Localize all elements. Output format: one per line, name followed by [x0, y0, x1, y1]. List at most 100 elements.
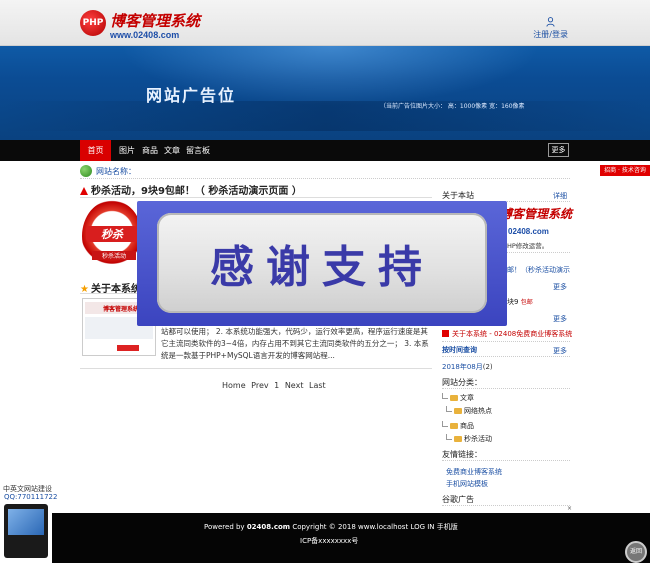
seckill-big-label: 秒杀 — [86, 226, 138, 242]
sidebar-month-link[interactable]: 2018年08月(2) — [442, 362, 493, 372]
top-header: PHP 博客管理系统 www.02408.com 注册/登录 — [0, 0, 650, 46]
breadcrumb: 网站名称： 招商 · 技术咨询 — [80, 163, 650, 179]
floating-service-badge[interactable]: 中英文网站建设 QQ:770111722 — [0, 484, 57, 560]
pager-home[interactable]: Home — [222, 381, 246, 390]
divider — [442, 341, 570, 342]
sidebar-logo-title: 博客管理系统 — [500, 207, 573, 221]
pager-prev[interactable]: Prev — [251, 381, 268, 390]
footer-line1: Powered by 02408.com Copyright © 2018 ww… — [204, 522, 458, 532]
sidebar-cat-articles-label: 文章 — [460, 394, 474, 402]
ad-banner[interactable]: 网站广告位 （当前广告位图片大小： 高：1000像素 宽：160像素 — [0, 46, 650, 140]
tree-icon — [442, 421, 448, 427]
sidebar-cat-goods[interactable]: 商品 — [442, 421, 474, 431]
divider — [442, 356, 570, 357]
article-title-text: 秒杀活动，9块9包邮！（ 秒杀活动演示页面 ） — [91, 186, 302, 197]
sidebar-links-heading: 友情链接： — [442, 450, 482, 459]
user-icon — [546, 17, 555, 27]
sidebar-friend-link-2[interactable]: 手机网站模板 — [446, 479, 488, 489]
sidebar-ad-heading: 谷歌广告 — [442, 495, 474, 504]
sidebar-note: HP修改运营。 — [507, 242, 549, 250]
sidebar-more-3[interactable]: 更多 — [553, 346, 567, 356]
footer-host-link[interactable]: www.localhost — [358, 523, 408, 531]
sidebar-link-nine-text: 块9 — [507, 298, 519, 306]
close-icon[interactable]: × — [567, 505, 572, 512]
sidebar-more-2[interactable]: 更多 — [553, 314, 567, 324]
main-nav: 首页 图片 商品 文章 留言板 更多 — [0, 140, 650, 161]
consult-ad-button[interactable]: 招商 · 技术咨询 — [600, 165, 650, 176]
sidebar-link-nine[interactable]: 块9 包邮 — [507, 297, 533, 307]
sidebar-cat-seckill[interactable]: 秒杀活动 — [446, 434, 492, 444]
tree-icon — [446, 406, 452, 412]
sidebar-about-heading: 关于本站 — [442, 191, 474, 200]
nav-more-button[interactable]: 更多 — [548, 143, 569, 157]
banner-stripe — [0, 101, 650, 131]
footer-site-link[interactable]: 02408.com — [247, 523, 290, 531]
popup-text: 感谢支持 — [210, 242, 434, 293]
sidebar-cat-articles[interactable]: 文章 — [442, 393, 474, 403]
footer-powered: Powered by — [204, 523, 245, 531]
nav-item-home[interactable]: 首页 — [80, 140, 111, 161]
pager-last[interactable]: Last — [309, 381, 326, 390]
folder-icon — [450, 395, 458, 401]
banner-info: （当前广告位图片大小： 高：1000像素 宽：160像素 — [380, 103, 525, 110]
sidebar-link-nine-tag: 包邮 — [520, 299, 533, 306]
sidebar-cat-hot[interactable]: 网络热点 — [446, 406, 492, 416]
footer: Powered by 02408.com Copyright © 2018 ww… — [52, 513, 650, 563]
tree-icon — [442, 393, 448, 399]
sidebar-logo-url: 02408.com — [508, 227, 549, 236]
footer-icp[interactable]: ICP备xxxxxxxx号 — [300, 536, 358, 546]
sidebar-month: 2018年08月 — [442, 363, 483, 371]
breadcrumb-label: 网站名称： — [96, 167, 136, 176]
site-logo[interactable]: PHP 博客管理系统 www.02408.com — [80, 10, 200, 42]
banner-title: 网站广告位 — [146, 86, 237, 105]
nav-item-goods[interactable]: 商品 — [142, 140, 158, 161]
nav-item-articles[interactable]: 文章 — [164, 140, 180, 161]
sidebar-category-heading: 网站分类： — [442, 378, 482, 387]
sidebar-cat-hot-label: 网络热点 — [464, 407, 492, 415]
divider — [442, 505, 570, 506]
sidebar-more-1[interactable]: 更多 — [553, 282, 567, 292]
folder-icon — [454, 408, 462, 414]
sidebar-about-more[interactable]: 详细 — [553, 191, 567, 201]
footer-mobile-link[interactable]: 手机版 — [437, 523, 458, 531]
sidebar-link-about[interactable]: 关于本系统 - 02408免费商业博客系统 — [442, 329, 572, 339]
logo-url: www.02408.com — [110, 30, 180, 40]
float-badge-qq: QQ:770111722 — [4, 493, 58, 501]
sidebar-friend-link-1[interactable]: 免费商业博客系统 — [446, 467, 502, 477]
page: PHP 博客管理系统 www.02408.com 注册/登录 网站广告位 （当前… — [0, 0, 650, 563]
thumb-button — [117, 345, 139, 351]
tree-icon — [446, 434, 452, 440]
seckill-small-label: 秒杀活动 — [92, 251, 136, 260]
pager-next[interactable]: Next — [285, 381, 304, 390]
nav-item-pictures[interactable]: 图片 — [119, 140, 135, 161]
divider — [442, 460, 570, 461]
folder-icon — [454, 436, 462, 442]
sidebar-time-heading: 按时间查询 — [442, 346, 477, 354]
sidebar-link-about-text: 关于本系统 - 02408免费商业博客系统 — [452, 330, 573, 338]
popup-panel: 感谢支持 — [157, 213, 487, 313]
login-link[interactable]: 注册/登录 — [533, 17, 568, 40]
sidebar-cat-seckill-label: 秒杀活动 — [464, 435, 492, 443]
footer-copyright: Copyright © 2018 — [292, 523, 356, 531]
back-to-top-button[interactable]: 返回 — [625, 541, 647, 563]
star-icon: ★ — [80, 284, 89, 295]
logo-badge: PHP — [80, 10, 106, 36]
thumb-logo: 博客管理系统 — [103, 306, 140, 313]
article-title[interactable]: 秒杀活动，9块9包邮！（ 秒杀活动演示页面 ） — [80, 182, 302, 197]
about-article-text: 站都可以使用； 2. 本系统功能强大，代码少，运行效率更高，程序运行速度是其它主… — [161, 327, 429, 360]
divider — [442, 388, 570, 389]
pagination: Home Prev 1 Next Last — [222, 381, 329, 390]
sidebar-month-count: (2) — [482, 363, 493, 371]
sidebar-link-seckill[interactable]: 邮！（秒杀活动演示 — [507, 265, 570, 275]
red-square-icon — [442, 330, 449, 337]
thanks-popup[interactable]: 感谢支持 — [137, 201, 507, 326]
up-arrow-icon — [80, 187, 88, 195]
logo-title: 博客管理系统 — [110, 12, 201, 30]
pager-page[interactable]: 1 — [274, 381, 279, 390]
device-screen — [8, 509, 44, 535]
globe-icon — [80, 165, 92, 177]
divider — [80, 368, 432, 369]
about-article-title-text: 关于本系统 — [90, 284, 141, 295]
nav-item-guestbook[interactable]: 留言板 — [186, 140, 210, 161]
footer-login-link[interactable]: LOG IN — [410, 523, 434, 531]
